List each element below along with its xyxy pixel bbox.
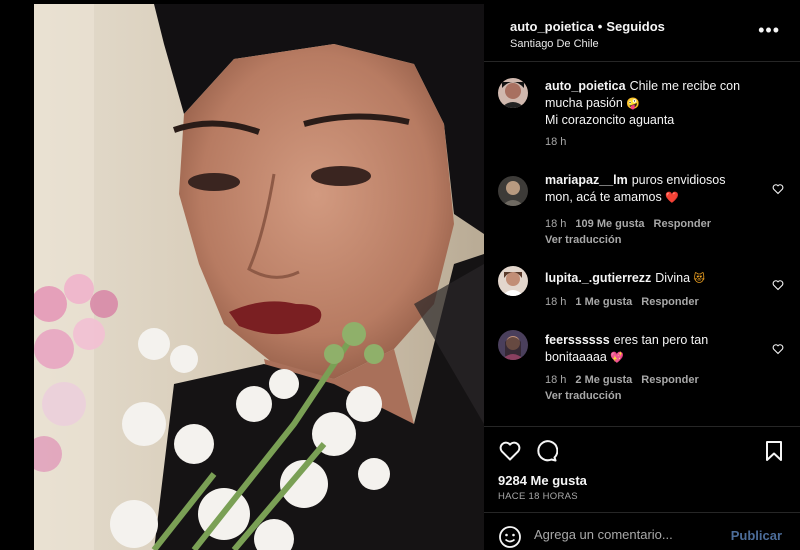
like-comment-heart-icon[interactable] bbox=[772, 342, 784, 355]
see-translation-link[interactable]: Ver traducción bbox=[545, 390, 621, 402]
comment-likes[interactable]: 1 Me gusta bbox=[575, 296, 632, 308]
comment-username[interactable]: lupita._.gutierrezz bbox=[545, 271, 651, 285]
comment-username[interactable]: auto_poietica bbox=[545, 79, 626, 93]
follow-status-button[interactable]: Seguidos bbox=[606, 19, 665, 34]
likes-count[interactable]: 9284 Me gusta bbox=[498, 473, 587, 488]
comment-text-block: feerssssss eres tan pero tan bonitaaaaa 💖 bbox=[545, 332, 745, 366]
comment-likes[interactable]: 2 Me gusta bbox=[575, 374, 632, 386]
post-photo[interactable] bbox=[34, 4, 484, 550]
comment-emoji: 💖 bbox=[610, 351, 625, 364]
comment-likes[interactable]: 109 Me gusta bbox=[575, 218, 644, 230]
comment-item: lupita._.gutierrezz Divina 😻 18 h 1 Me gus… bbox=[484, 266, 800, 316]
like-comment-heart-icon[interactable] bbox=[772, 182, 784, 195]
comment-time[interactable]: 18 h bbox=[545, 374, 566, 386]
like-comment-heart-icon[interactable] bbox=[772, 278, 784, 291]
avatar[interactable] bbox=[498, 78, 528, 108]
comment-item: mariapaz__lm puros envidiosos mon, acá te… bbox=[484, 172, 800, 252]
post-side-panel: auto_poietica • Seguidos Santiago De Chile… bbox=[484, 4, 800, 550]
heart-icon[interactable] bbox=[498, 439, 522, 463]
post-username[interactable]: auto_poietica bbox=[510, 19, 594, 34]
comment-username[interactable]: feerssssss bbox=[545, 333, 610, 347]
comment-time[interactable]: 18 h bbox=[545, 218, 566, 230]
comment-meta: 18 h 1 Me gusta Responder bbox=[545, 296, 708, 308]
comment-text-block: lupita._.gutierrezz Divina 😻 bbox=[545, 270, 745, 287]
comment-time[interactable]: 18 h bbox=[545, 296, 566, 308]
reply-button[interactable]: Responder bbox=[641, 296, 698, 308]
post-actions: 9284 Me gusta HACE 18 HORAS bbox=[484, 426, 800, 512]
post-header: auto_poietica • Seguidos Santiago De Chile… bbox=[484, 4, 800, 62]
comment-emoji: 😻 bbox=[693, 272, 705, 285]
comment-meta: 18 h 109 Me gusta Responder bbox=[545, 218, 720, 230]
add-comment-bar: Publicar bbox=[484, 512, 800, 550]
comment-text-block: mariapaz__lm puros envidiosos mon, acá te… bbox=[545, 172, 745, 206]
header-user-line: auto_poietica • Seguidos bbox=[510, 19, 665, 34]
post-time[interactable]: HACE 18 HORAS bbox=[498, 491, 578, 502]
see-translation-link[interactable]: Ver traducción bbox=[545, 234, 621, 246]
publish-button[interactable]: Publicar bbox=[731, 528, 782, 543]
comment-username[interactable]: mariapaz__lm bbox=[545, 173, 628, 187]
comment-icon[interactable] bbox=[534, 439, 559, 463]
reply-button[interactable]: Responder bbox=[641, 374, 698, 386]
caption-meta: 18 h bbox=[545, 136, 575, 148]
avatar[interactable] bbox=[498, 176, 528, 206]
caption-line2: Mi corazoncito aguanta bbox=[545, 113, 675, 127]
caption-emoji: 🤪 bbox=[626, 97, 641, 110]
comment-emoji: ❤️ bbox=[665, 191, 679, 204]
smiley-icon[interactable] bbox=[498, 525, 522, 549]
comment-meta: 18 h 2 Me gusta Responder bbox=[545, 374, 708, 386]
reply-button[interactable]: Responder bbox=[654, 218, 711, 230]
avatar[interactable] bbox=[498, 266, 528, 296]
comment-text: Divina bbox=[655, 271, 691, 285]
more-options-icon[interactable]: ••• bbox=[758, 20, 780, 41]
comment-item: feerssssss eres tan pero tan bonitaaaaa 💖… bbox=[484, 328, 800, 408]
caption-comment: auto_poietica Chile me recibe con mucha p… bbox=[484, 74, 800, 154]
bookmark-icon[interactable] bbox=[762, 439, 786, 463]
header-separator: • bbox=[597, 19, 603, 34]
caption-time[interactable]: 18 h bbox=[545, 136, 566, 148]
post-location[interactable]: Santiago De Chile bbox=[510, 38, 599, 50]
avatar[interactable] bbox=[498, 330, 528, 360]
caption-text-block: auto_poietica Chile me recibe con mucha p… bbox=[545, 78, 760, 129]
post-image bbox=[34, 4, 484, 550]
comment-input[interactable] bbox=[534, 527, 724, 542]
comments-list[interactable]: auto_poietica Chile me recibe con mucha p… bbox=[484, 62, 800, 426]
